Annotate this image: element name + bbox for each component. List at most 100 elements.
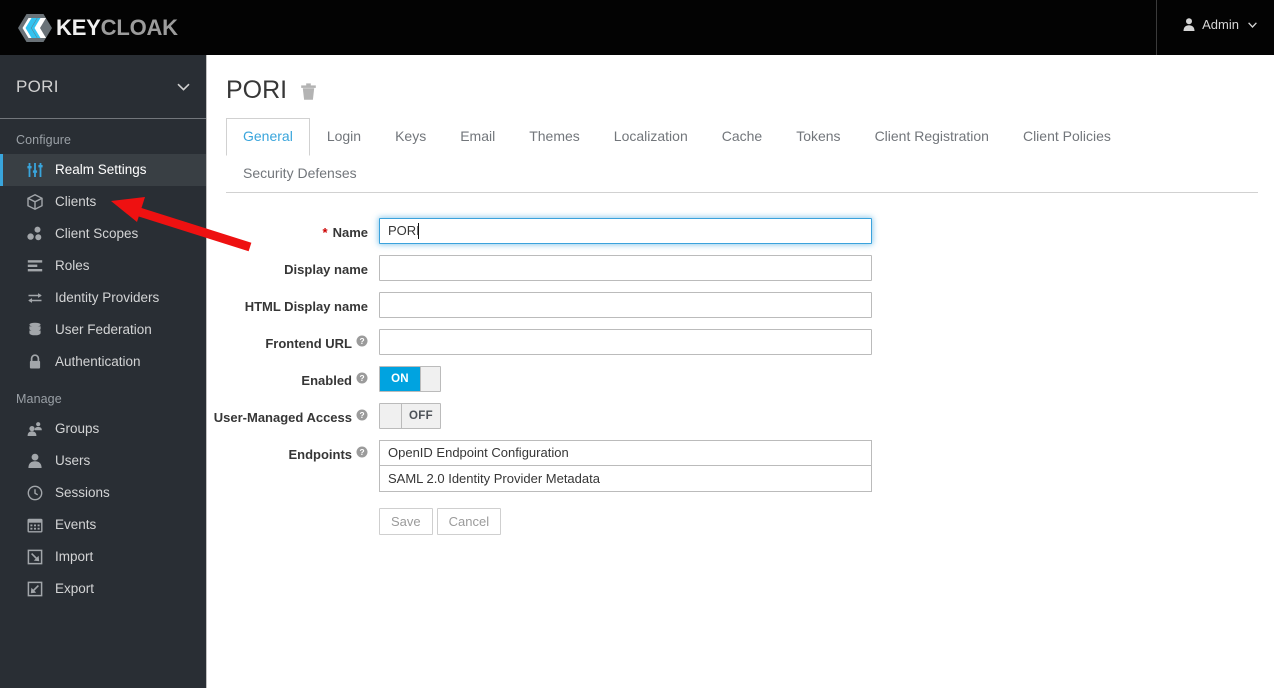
sidebar-item-sessions[interactable]: Sessions — [0, 477, 206, 509]
sidebar-item-label: Sessions — [55, 485, 110, 501]
sidebar-item-identity-providers[interactable]: Identity Providers — [0, 282, 206, 314]
sidebar-item-label: Identity Providers — [55, 290, 160, 306]
tab-localization[interactable]: Localization — [597, 118, 705, 155]
save-button[interactable]: Save — [379, 507, 433, 536]
page-title: PORI — [226, 76, 288, 104]
tabs-row: General Login Keys Email Themes Localiza… — [226, 118, 1266, 192]
frontend-url-label: Frontend URL ? — [207, 329, 379, 353]
svg-text:?: ? — [359, 447, 364, 457]
tab-cache[interactable]: Cache — [705, 118, 779, 155]
page-header: PORI — [207, 55, 1274, 103]
name-input[interactable] — [379, 217, 872, 244]
user-managed-access-toggle[interactable]: OFF — [379, 402, 441, 429]
tab-keys[interactable]: Keys — [378, 118, 443, 155]
label-text: Name — [332, 224, 368, 240]
sidebar-item-label: Groups — [55, 421, 100, 437]
brand-logo-link[interactable]: KEYCLOAK — [18, 10, 178, 46]
help-circle-icon[interactable]: ? — [356, 372, 368, 384]
endpoints-label: Endpoints ? — [207, 440, 379, 464]
trash-icon — [300, 82, 317, 101]
admin-user-menu[interactable]: Admin — [1183, 17, 1257, 32]
toggle-knob — [380, 403, 402, 428]
sidebar-item-label: Authentication — [55, 354, 141, 370]
tab-email[interactable]: Email — [443, 118, 512, 155]
user-managed-access-toggle-state: OFF — [402, 403, 440, 428]
chevron-down-icon — [177, 83, 190, 91]
database-icon — [26, 322, 43, 339]
cancel-button[interactable]: Cancel — [436, 507, 502, 536]
endpoint-openid-configuration[interactable]: OpenID Endpoint Configuration — [379, 439, 872, 466]
form-row-user-managed-access: User-Managed Access ? OFF — [207, 402, 1274, 429]
user-icon — [26, 453, 43, 470]
form-actions: Save Cancel — [379, 507, 872, 536]
label-text: HTML Display name — [244, 298, 368, 314]
toggle-knob — [420, 366, 440, 391]
sidebar-item-groups[interactable]: Groups — [0, 413, 206, 445]
endpoints-list: OpenID Endpoint Configuration SAML 2.0 I… — [379, 439, 872, 536]
calendar-icon — [26, 517, 43, 534]
svg-text:?: ? — [359, 336, 364, 346]
enabled-toggle[interactable]: ON — [379, 365, 441, 392]
tab-client-policies[interactable]: Client Policies — [1006, 118, 1128, 155]
sidebar-item-realm-settings[interactable]: Realm Settings — [0, 154, 206, 186]
tab-tokens[interactable]: Tokens — [779, 118, 857, 155]
realm-selector[interactable]: PORI — [0, 55, 206, 119]
form-row-name: * Name — [207, 217, 1274, 244]
sidebar-item-label: Realm Settings — [55, 162, 147, 178]
import-arrow-icon — [26, 549, 43, 566]
tabs-underline — [226, 191, 1258, 193]
tab-security-defenses[interactable]: Security Defenses — [226, 155, 374, 192]
sidebar-item-roles[interactable]: Roles — [0, 250, 206, 282]
tab-themes[interactable]: Themes — [512, 118, 597, 155]
nav-group-label-manage: Manage — [16, 392, 62, 406]
required-marker: * — [322, 224, 328, 240]
brand-text-key: KEY — [56, 15, 101, 40]
main-content: PORI General Login Keys Email Themes Loc… — [207, 55, 1274, 688]
sidebar-item-label: Client Scopes — [55, 226, 139, 242]
display-name-input[interactable] — [379, 254, 872, 281]
sidebar-item-label: Import — [55, 549, 94, 565]
endpoint-saml-metadata[interactable]: SAML 2.0 Identity Provider Metadata — [379, 465, 872, 492]
frontend-url-input[interactable] — [379, 328, 872, 355]
sidebar-item-events[interactable]: Events — [0, 509, 206, 541]
tab-client-registration[interactable]: Client Registration — [858, 118, 1006, 155]
svg-text:?: ? — [359, 410, 364, 420]
sliders-icon — [26, 162, 43, 179]
help-circle-icon[interactable]: ? — [356, 335, 368, 347]
sidebar-item-export[interactable]: Export — [0, 573, 206, 605]
label-text: Enabled — [301, 372, 352, 388]
sidebar-item-import[interactable]: Import — [0, 541, 206, 573]
sidebar-item-label: Roles — [55, 258, 90, 274]
sidebar-item-users[interactable]: Users — [0, 445, 206, 477]
nav-group-label-configure: Configure — [16, 133, 72, 147]
text-caret — [418, 222, 419, 239]
sidebar-item-label: Export — [55, 581, 95, 597]
help-circle-icon[interactable]: ? — [356, 409, 368, 421]
user-icon — [1183, 18, 1195, 31]
brand-text-cloak: CLOAK — [100, 15, 178, 40]
sidebar-item-authentication[interactable]: Authentication — [0, 346, 206, 378]
sidebar-item-label: User Federation — [55, 322, 152, 338]
label-text: User-Managed Access — [213, 409, 352, 425]
enabled-label: Enabled ? — [207, 366, 379, 390]
delete-realm-button[interactable] — [300, 81, 317, 101]
sidebar-item-user-federation[interactable]: User Federation — [0, 314, 206, 346]
tabs-container: General Login Keys Email Themes Localiza… — [207, 118, 1274, 193]
sidebar-item-client-scopes[interactable]: Client Scopes — [0, 218, 206, 250]
realm-selector-name: PORI — [16, 76, 59, 96]
tab-general[interactable]: General — [226, 118, 310, 156]
tab-login[interactable]: Login — [310, 118, 378, 155]
label-text: Display name — [284, 261, 368, 277]
cube-icon — [26, 194, 43, 211]
user-managed-access-label: User-Managed Access ? — [207, 403, 379, 427]
masthead-divider — [1156, 0, 1157, 55]
help-circle-icon[interactable]: ? — [356, 446, 368, 458]
html-display-name-input[interactable] — [379, 291, 872, 318]
sidebar-item-clients[interactable]: Clients — [0, 186, 206, 218]
masthead: KEYCLOAK Admin — [0, 0, 1274, 55]
sidebar-item-label: Events — [55, 517, 97, 533]
admin-menu-label: Admin — [1202, 17, 1239, 32]
form-row-frontend-url: Frontend URL ? — [207, 328, 1274, 355]
label-text: Frontend URL — [265, 335, 352, 351]
form-row-enabled: Enabled ? ON — [207, 365, 1274, 392]
